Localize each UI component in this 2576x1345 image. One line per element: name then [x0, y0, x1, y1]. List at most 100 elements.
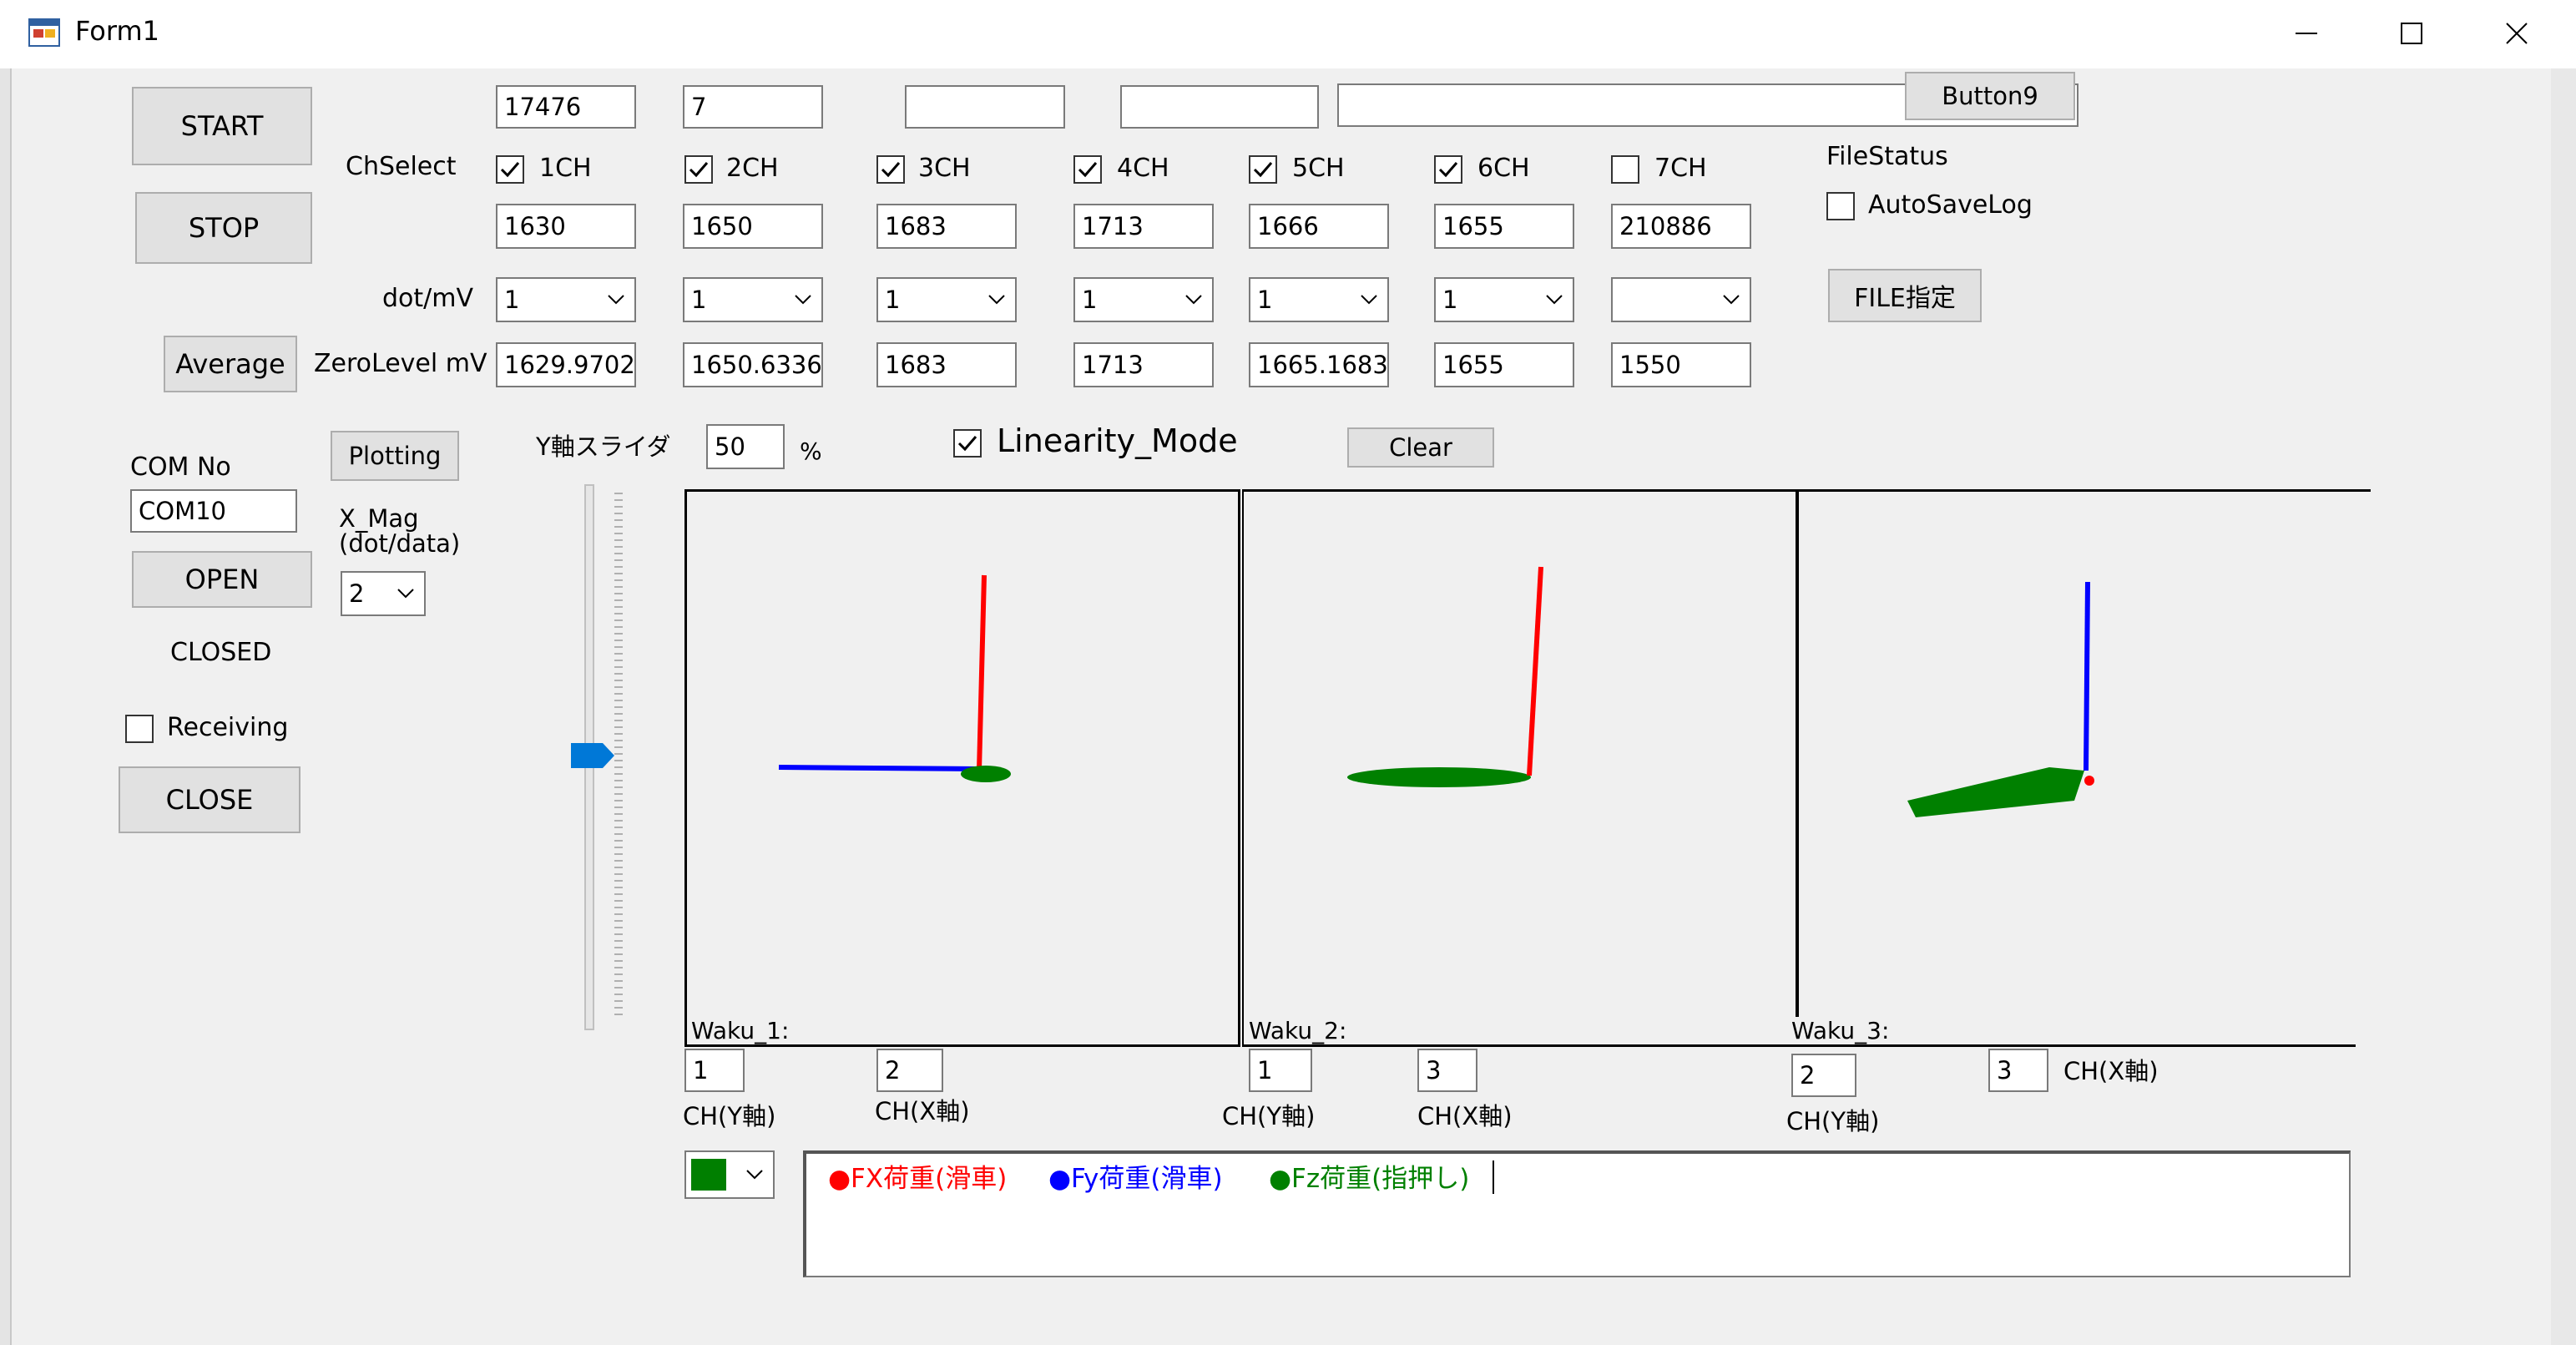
waku-3-y-label: CH(Y軸) — [1786, 1107, 1880, 1135]
maximize-button[interactable] — [2374, 8, 2449, 58]
waku-2-y-ch[interactable]: 1 — [1249, 1049, 1312, 1092]
right-edge — [2551, 68, 2576, 1345]
ch2-checkbox[interactable] — [684, 155, 713, 184]
legend-fy: ●Fy荷重(滑車) — [1048, 1164, 1223, 1194]
waku-1-x-ch[interactable]: 2 — [876, 1049, 943, 1092]
ch4-dot-value: 1 — [1082, 286, 1098, 314]
ch5-dot-select[interactable]: 1 — [1249, 277, 1389, 322]
ch6-checkbox[interactable] — [1434, 155, 1462, 184]
top-field-1[interactable]: 17476 — [496, 85, 636, 129]
file-select-button[interactable]: FILE指定 — [1828, 269, 1982, 322]
y-slider-value[interactable]: 50 — [706, 424, 785, 469]
ch6-value[interactable]: 1655 — [1434, 204, 1574, 249]
ch3-dot-select[interactable]: 1 — [876, 277, 1017, 322]
check-icon — [689, 162, 709, 178]
ch4-value[interactable]: 1713 — [1073, 204, 1214, 249]
start-button[interactable]: START — [132, 87, 312, 165]
top-field-2[interactable]: 7 — [683, 85, 823, 129]
ch1-checkbox[interactable] — [496, 155, 524, 184]
waku-1-y-ch[interactable]: 1 — [684, 1049, 745, 1092]
ch3-dot-value: 1 — [885, 286, 901, 314]
com-port-field[interactable]: COM10 — [130, 489, 297, 533]
color-swatch — [691, 1159, 726, 1191]
chevron-down-icon — [1723, 295, 1740, 305]
dot-mv-label: dot/mV — [382, 284, 474, 313]
top-field-4[interactable] — [1120, 85, 1319, 129]
connection-status: CLOSED — [170, 638, 272, 667]
ch5-checkbox[interactable] — [1249, 155, 1277, 184]
plotting-button[interactable]: Plotting — [331, 431, 459, 481]
legend-fx: ●FX荷重(滑車) — [828, 1164, 1008, 1194]
chselect-label: ChSelect — [346, 152, 457, 181]
ch6-zero-level[interactable]: 1655 — [1434, 342, 1574, 387]
ch3-zero-level[interactable]: 1683 — [876, 342, 1017, 387]
ch2-dot-select[interactable]: 1 — [683, 277, 823, 322]
fx-trace — [2084, 776, 2094, 786]
waku-1-y-label: CH(Y軸) — [683, 1102, 776, 1130]
fz-trace — [961, 766, 1011, 782]
waku-3-y-ch[interactable]: 2 — [1791, 1054, 1856, 1097]
ch6-dot-select[interactable]: 1 — [1434, 277, 1574, 322]
ch4-zero-level[interactable]: 1713 — [1073, 342, 1214, 387]
check-icon — [1438, 162, 1458, 178]
ch4-dot-select[interactable]: 1 — [1073, 277, 1214, 322]
ch2-value[interactable]: 1650 — [683, 204, 823, 249]
waku-2-x-ch[interactable]: 3 — [1417, 1049, 1477, 1092]
linearity-label: Linearity_Mode — [997, 422, 1238, 459]
text-cursor — [1493, 1160, 1494, 1194]
plot-waku-1-canvas — [778, 574, 1011, 782]
chevron-down-icon — [795, 295, 811, 305]
average-button[interactable]: Average — [164, 336, 297, 392]
stop-button[interactable]: STOP — [135, 192, 312, 264]
top-field-3[interactable] — [905, 85, 1065, 129]
ch7-zero-level[interactable]: 1550 — [1611, 342, 1751, 387]
ch1-dot-select[interactable]: 1 — [496, 277, 636, 322]
check-icon — [1078, 162, 1098, 178]
ch2-zero-level[interactable]: 1650.63366 — [683, 342, 823, 387]
close-icon — [2506, 23, 2528, 44]
ch7-checkbox[interactable] — [1611, 155, 1639, 184]
x-mag-label: X_Mag (dot/data) — [339, 504, 461, 558]
y-slider-thumb[interactable] — [569, 741, 616, 770]
plot-waku-3 — [1796, 489, 2356, 1047]
auto-save-label: AutoSaveLog — [1868, 190, 2033, 220]
fy-trace — [778, 765, 980, 771]
ch4-label: 4CH — [1117, 154, 1169, 183]
ch7-value[interactable]: 210886 — [1611, 204, 1751, 249]
chevron-down-icon — [1185, 295, 1202, 305]
ch1-zero-level[interactable]: 1629.97029 — [496, 342, 636, 387]
ch1-dot-value: 1 — [504, 286, 520, 314]
open-button[interactable]: OPEN — [132, 551, 312, 608]
check-icon — [881, 162, 901, 178]
legend-textbox[interactable]: ●FX荷重(滑車) ●Fy荷重(滑車) ●Fz荷重(指押し) — [803, 1150, 2351, 1277]
fx-trace — [977, 574, 987, 771]
close-window-button[interactable] — [2479, 8, 2554, 58]
auto-save-checkbox[interactable] — [1826, 192, 1855, 220]
ch5-value[interactable]: 1666 — [1249, 204, 1389, 249]
ch7-dot-select[interactable] — [1611, 277, 1751, 322]
com-no-label: COM No — [130, 453, 231, 482]
color-select[interactable] — [684, 1150, 775, 1199]
ch6-dot-value: 1 — [1442, 286, 1458, 314]
waku-3-x-ch[interactable]: 3 — [1988, 1049, 2048, 1092]
fz-trace — [1907, 767, 2084, 817]
x-mag-select[interactable]: 2 — [341, 571, 426, 616]
ch3-value[interactable]: 1683 — [876, 204, 1017, 249]
plot-waku-3-canvas — [1907, 581, 2094, 817]
linearity-checkbox[interactable] — [953, 429, 982, 458]
check-icon — [1253, 162, 1273, 178]
ch4-checkbox[interactable] — [1073, 155, 1102, 184]
ch5-zero-level[interactable]: 1665.16831 — [1249, 342, 1389, 387]
clear-button[interactable]: Clear — [1347, 427, 1494, 468]
y-slider-label: Y軸スライダ — [536, 432, 671, 461]
check-icon — [957, 436, 977, 452]
ch3-checkbox[interactable] — [876, 155, 905, 184]
minimize-button[interactable] — [2269, 8, 2344, 58]
button9[interactable]: Button9 — [1905, 72, 2075, 120]
check-icon — [500, 162, 520, 178]
receiving-label: Receiving — [167, 713, 289, 742]
ch1-value[interactable]: 1630 — [496, 204, 636, 249]
close-port-button[interactable]: CLOSE — [119, 766, 301, 833]
maximize-icon — [2401, 23, 2422, 44]
receiving-checkbox[interactable] — [125, 715, 154, 743]
